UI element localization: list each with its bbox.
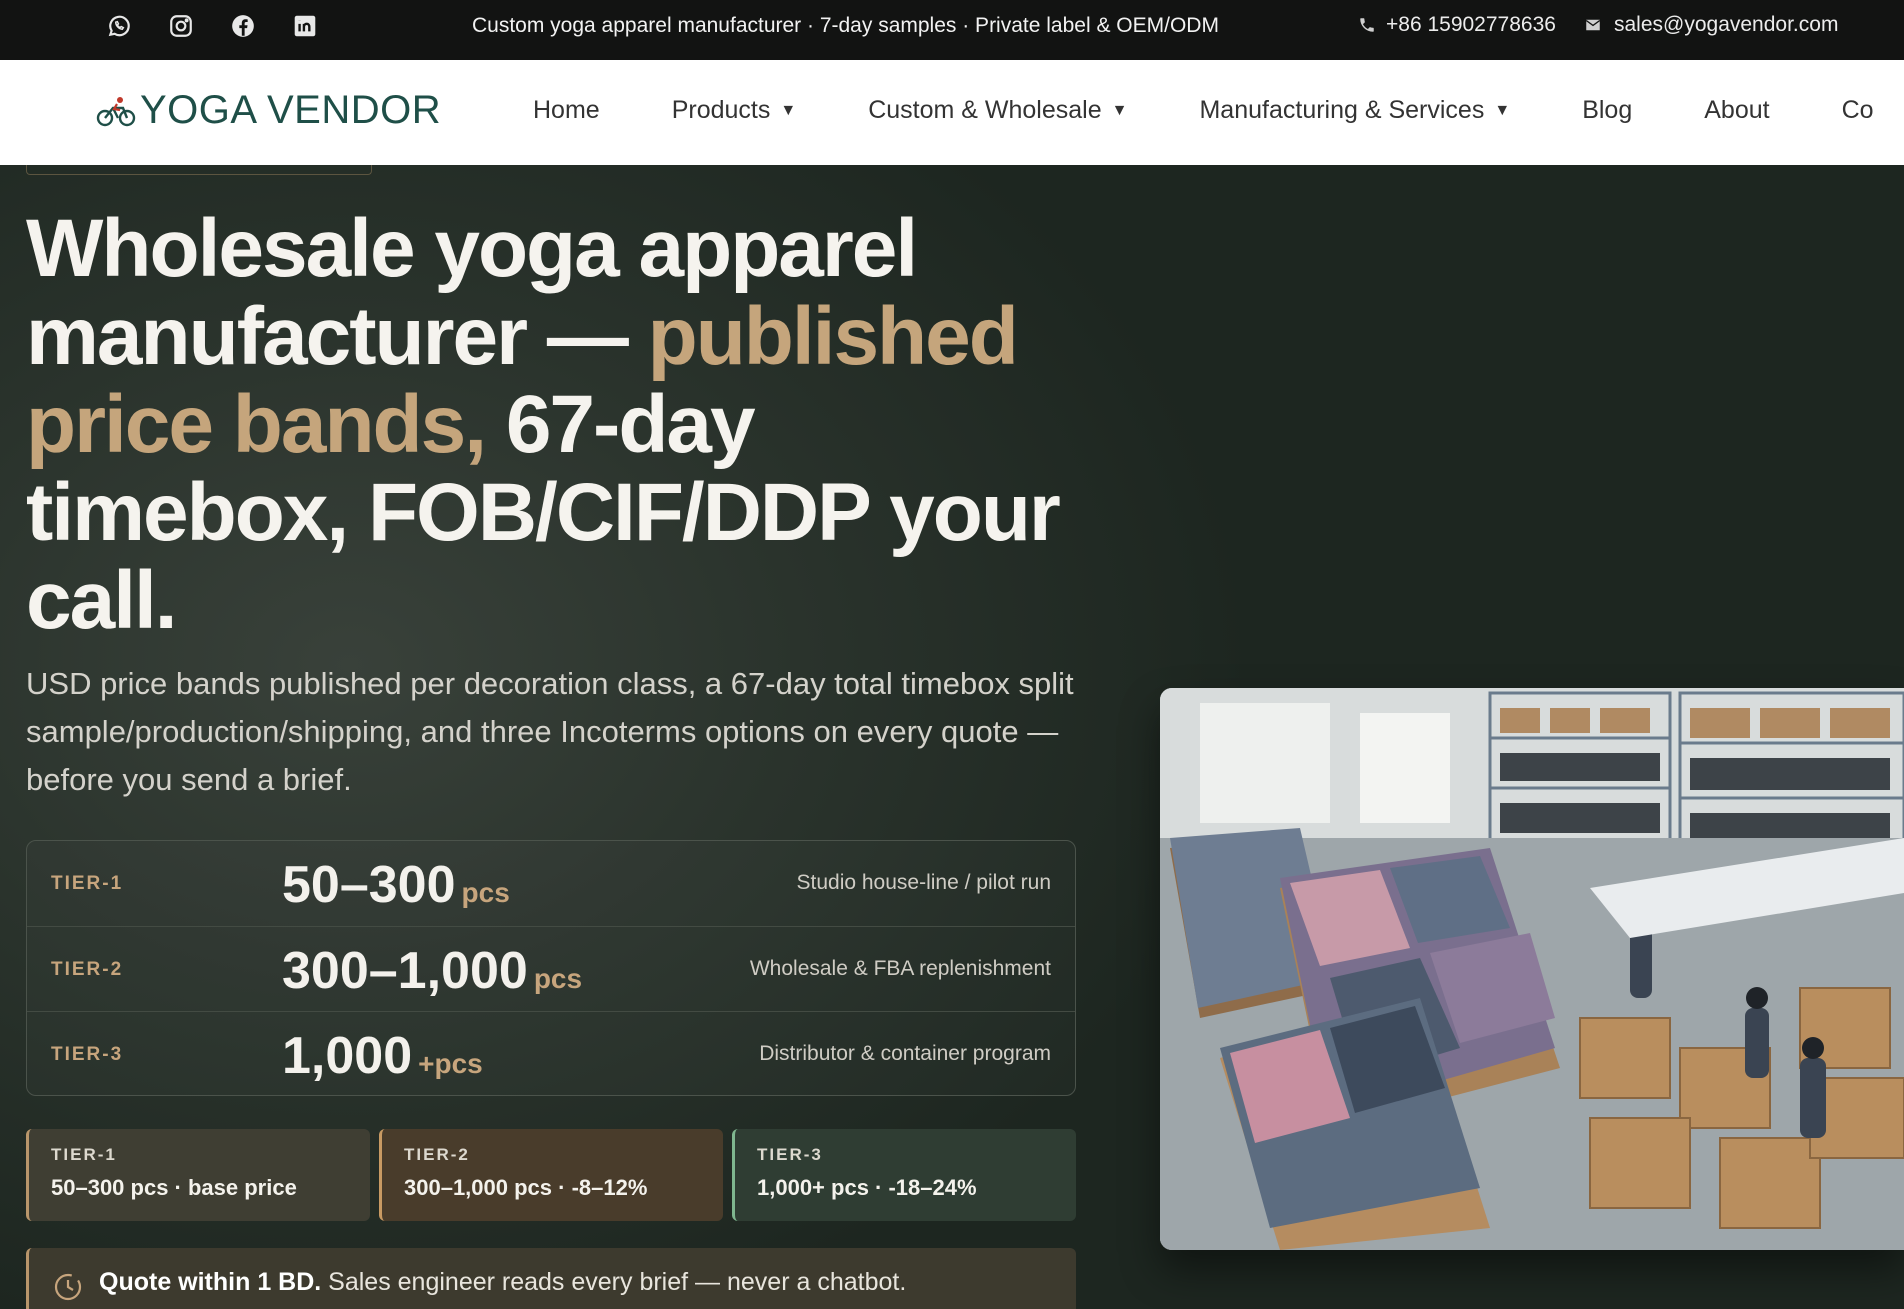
email-link[interactable]: sales@yogavendor.com [1584, 13, 1838, 37]
tier-quantity-unit: pcs [461, 877, 510, 908]
tier-row: TIER-3 1,000 +pcs Distributor & container… [27, 1011, 1075, 1096]
logo-text: YOGA VENDOR [140, 88, 442, 132]
tier-description: Studio house-line / pilot run [796, 871, 1052, 894]
hero-section: Wholesale yoga apparel manufacturer — pu… [0, 165, 1904, 1309]
clock-icon [54, 1273, 82, 1301]
tier-description: Distributor & container program [759, 1042, 1051, 1065]
caret-down-icon: ▼ [780, 101, 797, 119]
quote-note-rest: Sales engineer reads every brief — never… [321, 1268, 907, 1296]
social-links [106, 13, 318, 39]
tier-badge: TIER-2 300–1,000 pcs · -8–12% [379, 1129, 723, 1221]
tier-label: TIER-1 [51, 873, 124, 894]
tier-quantity-number: 50–300 [282, 856, 456, 914]
linkedin-icon[interactable] [292, 13, 318, 39]
nav-about[interactable]: About [1704, 96, 1769, 125]
nav-blog[interactable]: Blog [1582, 96, 1632, 125]
facebook-icon[interactable] [230, 13, 256, 39]
site-header: YOGA VENDOR Home Products ▼ Custom & Whol… [0, 60, 1904, 165]
nav-manufacturing-services-label: Manufacturing & Services [1199, 96, 1485, 124]
top-bar: Custom yoga apparel manufacturer · 7-day… [0, 0, 1904, 60]
badge-text: 50–300 pcs · base price [51, 1175, 297, 1200]
tier-quantity-number: 300–1,000 [282, 942, 528, 1000]
badge-label: TIER-2 [404, 1145, 470, 1164]
tier-row: TIER-2 300–1,000 pcs Wholesale & FBA repl… [27, 926, 1075, 1011]
nav-manufacturing-services[interactable]: Manufacturing & Services ▼ [1199, 96, 1510, 125]
tier-badge: TIER-3 1,000+ pcs · -18–24% [732, 1129, 1076, 1221]
nav-contact[interactable]: Co [1842, 96, 1874, 125]
badge-label: TIER-1 [51, 1145, 117, 1164]
badge-text: 300–1,000 pcs · -8–12% [404, 1175, 648, 1200]
tier-quantity: 1,000 +pcs [282, 1026, 483, 1086]
phone-link[interactable]: +86 15902778636 [1358, 13, 1556, 37]
tier-quantity-number: 1,000 [282, 1027, 413, 1085]
mail-icon [1585, 19, 1601, 31]
tier-table: TIER-1 50–300 pcs Studio house-line / pil… [26, 840, 1076, 1096]
nav-about-label: About [1704, 96, 1770, 124]
nav-custom-wholesale[interactable]: Custom & Wholesale ▼ [868, 96, 1127, 125]
hero-subtext: USD price bands published per decoration… [26, 666, 1074, 797]
tier-badge: TIER-1 50–300 pcs · base price [26, 1129, 370, 1221]
quote-note: Quote within 1 BD. Sales engineer reads … [26, 1248, 1076, 1309]
instagram-icon[interactable] [168, 13, 194, 39]
tier-badges: TIER-1 50–300 pcs · base price TIER-2 30… [26, 1129, 1076, 1221]
caret-down-icon: ▼ [1111, 101, 1128, 119]
nav-products-label: Products [671, 96, 771, 124]
logo[interactable]: YOGA VENDOR [96, 88, 441, 133]
tier-label: TIER-3 [51, 1044, 124, 1065]
hero-tab-outline [26, 165, 372, 175]
hero-headline: Wholesale yoga apparel manufacturer — pu… [26, 205, 1086, 645]
tier-quantity: 300–1,000 pcs [282, 941, 582, 1001]
warehouse-photo [1160, 688, 1904, 1250]
badge-text: 1,000+ pcs · -18–24% [757, 1175, 977, 1200]
whatsapp-icon[interactable] [106, 13, 132, 39]
nav-custom-wholesale-label: Custom & Wholesale [868, 96, 1102, 124]
nav-home-label: Home [533, 96, 600, 124]
phone-icon [1360, 18, 1374, 32]
quote-note-text: Quote within 1 BD. Sales engineer reads … [99, 1268, 906, 1297]
tier-row: TIER-1 50–300 pcs Studio house-line / pil… [27, 841, 1075, 926]
tier-description: Wholesale & FBA replenishment [749, 957, 1051, 980]
nav-products[interactable]: Products ▼ [672, 96, 797, 125]
tier-label: TIER-2 [51, 959, 124, 980]
email-address: sales@yogavendor.com [1614, 13, 1839, 36]
tier-quantity: 50–300 pcs [282, 855, 510, 915]
announcement-text: Custom yoga apparel manufacturer · 7-day… [472, 14, 1219, 37]
logo-cyclist-icon [96, 96, 136, 126]
phone-number: +86 15902778636 [1386, 13, 1556, 36]
main-nav: Home Products ▼ Custom & Wholesale ▼ Manuf… [533, 96, 1904, 125]
tier-quantity-unit: pcs [533, 963, 583, 994]
caret-down-icon: ▼ [1494, 101, 1511, 119]
badge-label: TIER-3 [757, 1145, 823, 1164]
nav-contact-label: Co [1841, 96, 1874, 124]
quote-note-bold: Quote within 1 BD. [99, 1268, 322, 1296]
tier-quantity-unit: +pcs [418, 1048, 483, 1079]
nav-home[interactable]: Home [533, 96, 600, 125]
nav-blog-label: Blog [1582, 96, 1633, 124]
